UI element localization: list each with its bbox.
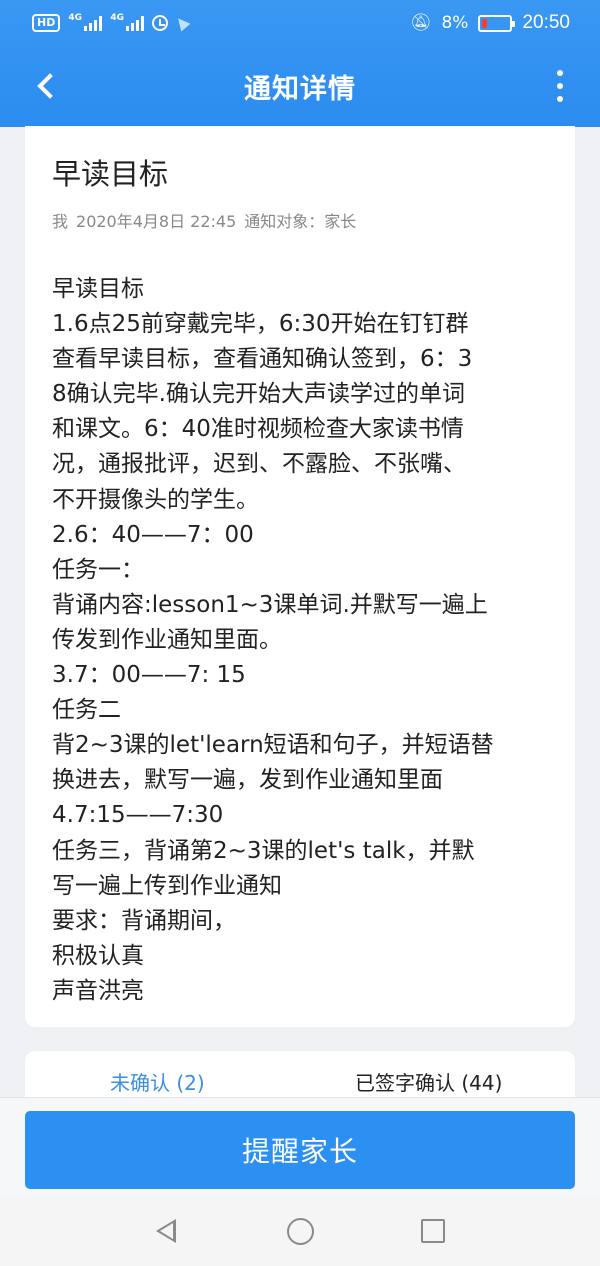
- notice-meta: 我 2020年4月8日 22:45 通知对象：家长: [52, 208, 575, 232]
- notice-card: 早读目标 我 2020年4月8日 22:45 通知对象：家长 早读目标 1.6点2…: [25, 126, 575, 1027]
- notice-body-line: 况，通报批评，迟到、不露脸、不张嘴、: [52, 451, 466, 478]
- notice-body-line: 任务一：: [52, 556, 144, 583]
- app-bar: 通知详情: [0, 52, 600, 120]
- notice-body-line: 任务三，背诵第2~3课的let's talk，并默: [52, 837, 475, 864]
- more-vertical-icon: [557, 70, 563, 76]
- more-options-button[interactable]: [550, 70, 570, 102]
- notice-body-line: 查看早读目标，查看通知确认签到，6：3: [52, 346, 473, 373]
- status-left: HD 4G 4G: [32, 13, 191, 32]
- notice-body-line: 2.6：40——7：00: [52, 521, 254, 548]
- location-arrow-icon: [173, 14, 191, 32]
- network-type-label-2: 4G: [110, 13, 124, 23]
- battery-percent: 8%: [441, 13, 469, 33]
- mute-icon: 🔕︎: [409, 13, 432, 33]
- tab-confirmed[interactable]: 已签字确认 (44): [355, 1068, 502, 1098]
- notice-body-line: 传发到作业通知里面。: [52, 626, 282, 653]
- notice-body-line: 要求：背诵期间，: [52, 907, 236, 934]
- notice-datetime: 2020年4月8日 22:45: [76, 212, 237, 231]
- page-title: 通知详情: [244, 73, 356, 105]
- notice-body-line: 换进去，默写一遍，发到作业通知里面: [52, 767, 443, 794]
- bottom-action-bar: 提醒家长: [0, 1097, 600, 1197]
- alarm-clock-icon: [152, 15, 169, 31]
- network-type-label: 4G: [68, 13, 82, 23]
- system-navigation-bar: [0, 1197, 600, 1266]
- nav-home-icon[interactable]: [287, 1218, 314, 1245]
- notice-body-line: 积极认真: [52, 942, 144, 969]
- notice-body-line: 任务二: [52, 697, 121, 724]
- status-bar: HD 4G 4G 🔕︎ 8% 20:50: [0, 0, 600, 46]
- notice-body-line: 背2~3课的let'learn短语和句子，并短语替: [52, 732, 494, 759]
- notice-body-line: 背诵内容:lesson1~3课单词.并默写一遍上: [52, 591, 488, 618]
- notice-body-line: 声音洪亮: [52, 977, 144, 1004]
- status-right: 🔕︎ 8% 20:50: [410, 12, 570, 34]
- signal-icon: 4G: [68, 13, 103, 31]
- remind-parents-button[interactable]: 提醒家长: [25, 1111, 575, 1189]
- notice-body-line: 4.7:15——7:30: [52, 802, 224, 829]
- nav-back-icon[interactable]: [156, 1219, 176, 1243]
- notice-body-line: 写一遍上传到作业通知: [52, 872, 282, 899]
- hd-badge: HD: [32, 14, 61, 32]
- nav-recent-apps-icon[interactable]: [421, 1219, 445, 1243]
- notice-body-line: 不开摄像头的学生。: [52, 486, 259, 513]
- notice-title: 早读目标: [52, 157, 169, 191]
- notice-audience: 通知对象：家长: [244, 212, 357, 231]
- notice-body-line: 早读目标: [52, 276, 144, 302]
- notice-body: 早读目标 1.6点25前穿戴完毕，6:30开始在钉钉群 查看早读目标，查看通知确认签…: [52, 272, 552, 1009]
- notice-body-line: 8确认完毕.确认完开始大声读学过的单词: [52, 381, 465, 408]
- status-time: 20:50: [522, 12, 570, 33]
- tab-unconfirmed[interactable]: 未确认 (2): [110, 1068, 205, 1098]
- notice-body-line: 3.7：00——7: 15: [52, 662, 246, 689]
- signal-icon-2: 4G: [110, 13, 145, 31]
- notice-body-line: 1.6点25前穿戴完毕，6:30开始在钉钉群: [52, 311, 469, 338]
- battery-icon: [478, 14, 516, 32]
- notice-sender: 我: [52, 212, 69, 231]
- back-button[interactable]: [26, 66, 66, 106]
- notice-body-line: 和课文。6：40准时视频检查大家读书情: [52, 416, 464, 443]
- chevron-left-icon: [37, 73, 63, 99]
- header-background: HD 4G 4G 🔕︎ 8% 20:50 通知详情: [0, 0, 600, 127]
